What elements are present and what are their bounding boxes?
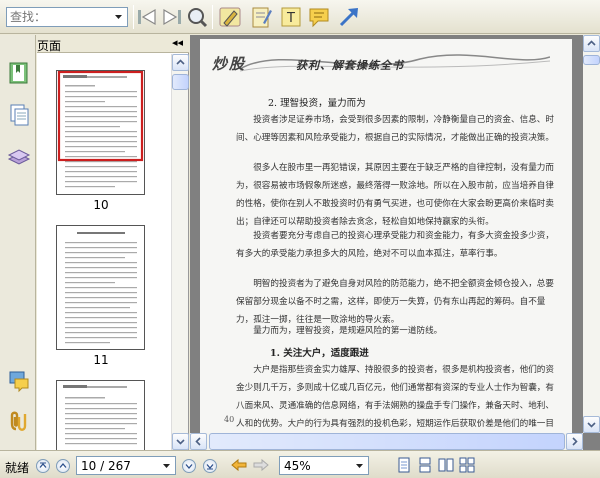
document-page: 炒股 获利、解套操练全书 2. 理智投资，量力而为 投资者涉足证券市场，会受到很… <box>200 39 572 433</box>
search-dropdown-icon[interactable] <box>111 9 126 25</box>
main-toolbar: T <box>0 0 600 34</box>
book-brand: 炒股 <box>212 55 247 73</box>
page-thumbnail-preview <box>65 232 137 344</box>
last-page-button[interactable] <box>203 459 217 473</box>
svg-text:T: T <box>286 11 295 26</box>
first-page-button[interactable] <box>36 459 50 473</box>
go-back-icon[interactable] <box>230 457 248 473</box>
arrow-tool-icon[interactable] <box>337 5 361 29</box>
page-indicator: 10 / 267 <box>81 459 131 473</box>
document-viewport: 炒股 获利、解套操练全书 2. 理智投资，量力而为 投资者涉足证券市场，会受到很… <box>190 35 600 450</box>
scroll-thumb[interactable] <box>583 55 600 65</box>
status-bar: 就绪 10 / 267 45% <box>0 450 600 478</box>
find-icon[interactable] <box>185 5 209 29</box>
page-thumbnail[interactable] <box>56 225 145 350</box>
pencil-tool-icon[interactable] <box>218 5 242 29</box>
search-box[interactable] <box>6 7 128 27</box>
continuous-facing-view-icon[interactable] <box>459 457 475 473</box>
scroll-right-button[interactable] <box>566 433 583 450</box>
previous-page-icon <box>59 463 67 468</box>
paragraph: 量力而为，理智投资，是规避风险的第一道防线。 <box>253 326 443 336</box>
chevron-down-icon <box>587 422 596 428</box>
facing-view-icon[interactable] <box>438 457 454 473</box>
pages-icon[interactable] <box>7 103 31 127</box>
comments-icon[interactable] <box>7 369 31 393</box>
scroll-up-button[interactable] <box>172 54 189 71</box>
chevron-down-icon[interactable] <box>159 458 174 473</box>
note-icon[interactable] <box>307 5 331 29</box>
zoom-select[interactable]: 45% <box>279 456 369 475</box>
scroll-thumb[interactable] <box>172 74 189 90</box>
chevron-up-icon <box>176 59 185 65</box>
thumbnail-scrollbar[interactable] <box>171 54 189 450</box>
next-result-icon[interactable] <box>160 5 184 29</box>
section-heading: 2. 理智投资，量力而为 <box>268 98 366 109</box>
scroll-down-button[interactable] <box>583 416 600 433</box>
chevron-down-icon <box>176 439 185 445</box>
attachments-icon[interactable] <box>7 409 31 433</box>
page-thumbnail-preview <box>57 71 144 188</box>
scroll-up-button[interactable] <box>583 35 600 52</box>
thumbnail-panel-header: 页面 ◂◂ <box>37 35 189 53</box>
chevron-right-icon <box>572 437 578 446</box>
page-thumbnail[interactable] <box>56 70 145 195</box>
status-text: 就绪 <box>5 461 30 475</box>
paragraph: 大户是指那些资金实力雄厚、持股很多的投资者，很多是机构投资者，他们的资金少则几千… <box>236 365 554 430</box>
search-input[interactable] <box>7 8 111 26</box>
first-page-icon <box>39 462 47 468</box>
bookmarks-icon[interactable] <box>7 61 31 85</box>
single-page-view-icon[interactable] <box>396 457 412 473</box>
scroll-down-button[interactable] <box>172 433 189 450</box>
scroll-thumb[interactable] <box>209 433 565 450</box>
scroll-left-button[interactable] <box>190 433 207 450</box>
previous-result-icon[interactable] <box>135 5 159 29</box>
paragraph: 投资者涉足证券市场，会受到很多因素的限制，冷静衡量自己的资金、信息、时间、心理等… <box>236 115 554 144</box>
previous-page-button[interactable] <box>56 459 70 473</box>
thumbnail-panel: 页面 ◂◂ 10 11 <box>37 35 189 450</box>
page-number-field[interactable]: 10 / 267 <box>76 456 176 475</box>
thumbnail-list: 10 11 <box>37 54 171 450</box>
go-forward-icon[interactable] <box>252 457 270 473</box>
chevron-up-icon <box>587 40 596 46</box>
next-page-icon <box>185 464 193 469</box>
continuous-view-icon[interactable] <box>417 457 433 473</box>
notepad-icon[interactable] <box>249 5 273 29</box>
sidebar-rail <box>0 35 36 450</box>
subsection-heading: 1. 关注大户，适度跟进 <box>270 348 369 359</box>
document-horizontal-scrollbar[interactable] <box>190 433 583 450</box>
book-subtitle: 获利、解套操练全书 <box>296 59 404 72</box>
toolbar-separator <box>133 5 134 29</box>
page-thumbnail-preview <box>63 385 137 445</box>
page-thumbnail[interactable] <box>56 380 145 450</box>
collapse-panel-icon[interactable]: ◂◂ <box>172 36 183 49</box>
layers-icon[interactable] <box>7 145 31 169</box>
paragraph: 投资者要充分考虑自己的投资心理承受能力和资金能力，有多大资金投多少资，有多大的承… <box>236 231 554 260</box>
chevron-left-icon <box>195 437 201 446</box>
document-vertical-scrollbar[interactable] <box>583 35 600 433</box>
text-tool-icon[interactable]: T <box>279 5 303 29</box>
chevron-down-icon[interactable] <box>352 458 367 473</box>
toolbar-separator <box>212 5 213 29</box>
thumbnail-page-label: 10 <box>93 198 109 212</box>
thumbnail-page-label: 11 <box>93 353 109 367</box>
page-number: 40 <box>224 415 235 424</box>
paragraph: 很多人在股市里一再犯错误，其原因主要在于缺乏严格的自律控制，没有量力而为，很容易… <box>236 163 554 228</box>
next-page-button[interactable] <box>182 459 196 473</box>
last-page-icon <box>206 464 214 470</box>
zoom-value: 45% <box>284 459 311 473</box>
panel-title: 页面 <box>37 39 62 53</box>
